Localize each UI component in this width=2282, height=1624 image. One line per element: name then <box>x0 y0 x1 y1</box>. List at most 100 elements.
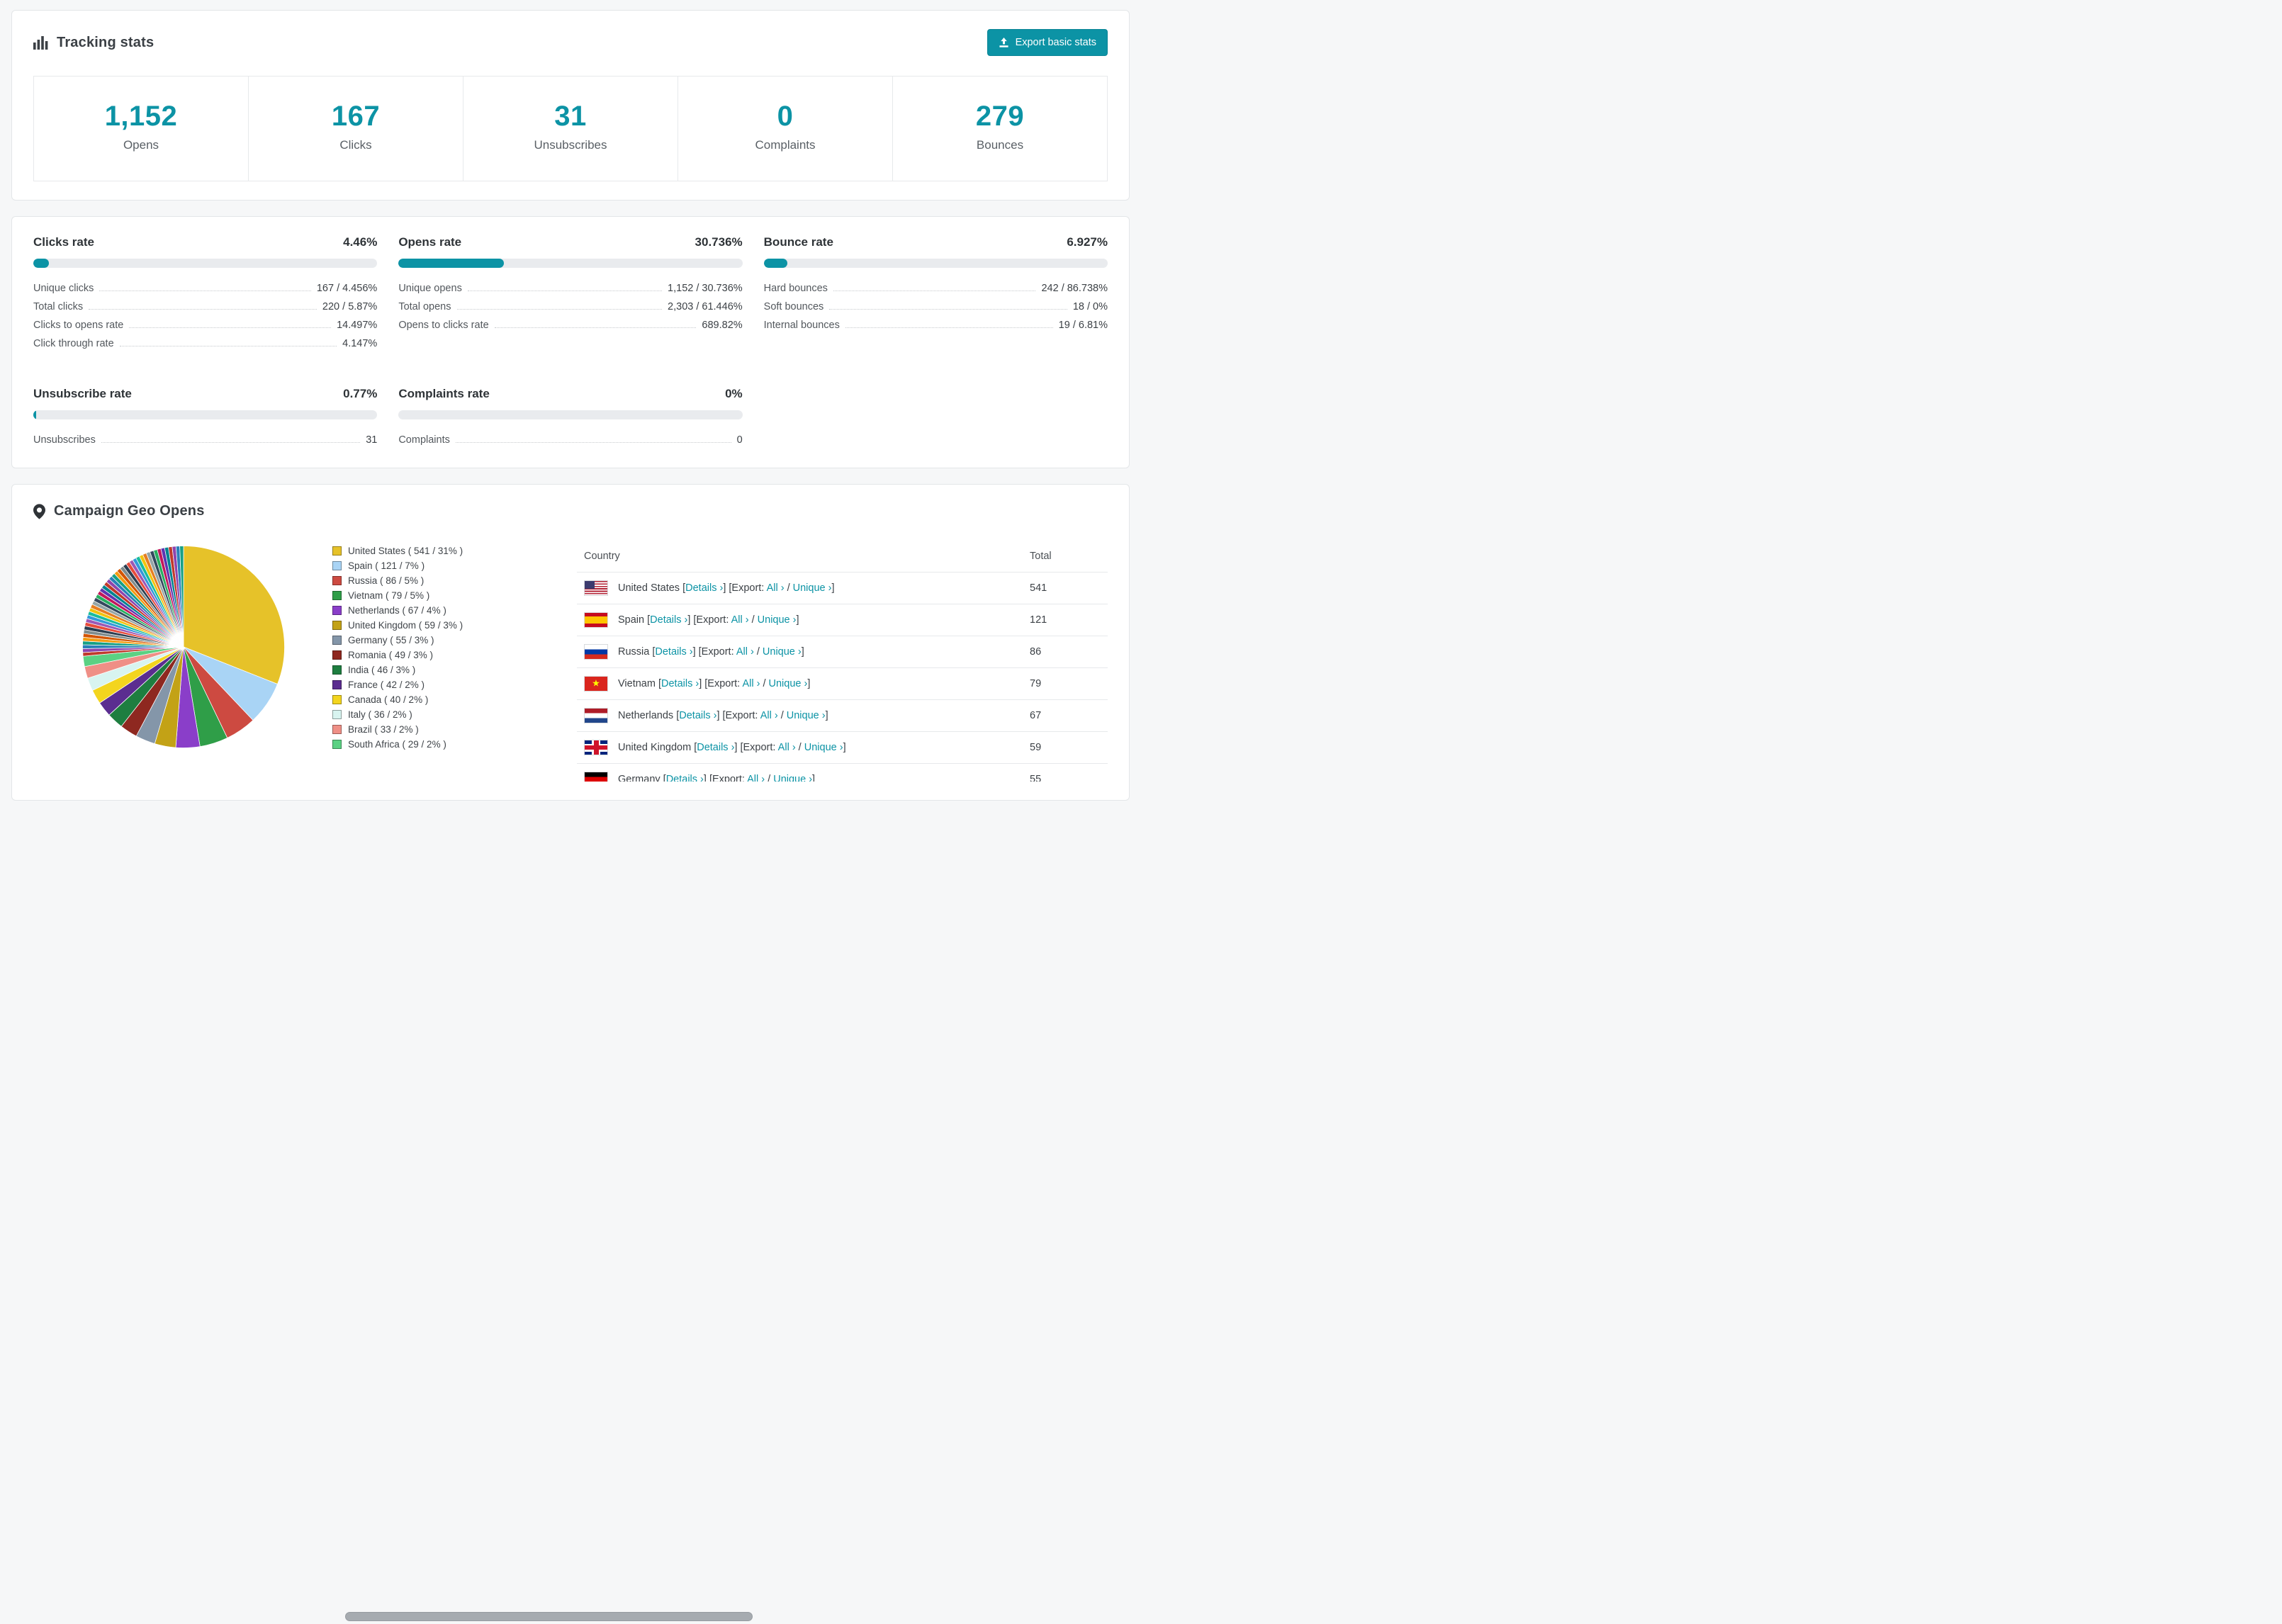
legend-item: United States ( 541 / 31% ) <box>332 543 510 558</box>
opens-rate-title: Opens rate <box>398 235 462 249</box>
complaints-rate-progressbar <box>398 410 743 419</box>
export-all-link[interactable]: All › <box>767 582 785 594</box>
export-all-link[interactable]: All › <box>742 678 760 689</box>
details-link[interactable]: Details › <box>655 646 692 658</box>
dotted-leader <box>455 442 731 443</box>
legend-label: Russia ( 86 / 5% ) <box>348 575 425 586</box>
geo-content: United States ( 541 / 31% ) Spain ( 121 /… <box>33 541 1108 782</box>
legend-item: India ( 46 / 3% ) <box>332 662 510 677</box>
country-name: Spain <box>618 614 645 626</box>
complaints-rate-block: Complaints rate 0% Complaints 0 <box>398 387 743 449</box>
geo-table-row: Vietnam [Details ›] [Export: All › / Uni… <box>577 667 1108 700</box>
dotted-leader <box>456 309 663 310</box>
vn-flag-icon <box>584 676 608 692</box>
complaints-rate-title: Complaints rate <box>398 387 490 400</box>
bounce-rate-title: Bounce rate <box>763 235 833 249</box>
legend-color-swatch <box>332 576 342 585</box>
clicks-label: Clicks <box>339 138 372 152</box>
bounces-label: Bounces <box>976 138 1024 152</box>
clicks-rate-progressbar <box>33 259 378 268</box>
complaints-rate-value: 0% <box>725 387 743 400</box>
details-link[interactable]: Details › <box>697 742 734 753</box>
geo-opens-table: Country Total United States [Details ›] … <box>577 541 1108 782</box>
export-unique-link[interactable]: Unique › <box>769 678 808 689</box>
soft-bounces-value: 18 / 0% <box>1072 301 1108 312</box>
tracking-stats-page: Tracking stats Export basic stats 1,152 … <box>0 0 1141 1621</box>
unsubscribes-row-value: 31 <box>366 434 378 446</box>
rates-card: Clicks rate 4.46% Unique clicks 167 / 4.4… <box>11 216 1130 468</box>
us-flag-icon <box>584 580 608 596</box>
clicks-rate-value: 4.46% <box>343 235 378 249</box>
country-links: Germany [Details ›] [Export: All › / Uni… <box>618 774 815 782</box>
export-basic-stats-label: Export basic stats <box>1015 37 1096 48</box>
country-name: Russia <box>618 646 650 658</box>
legend-label: Netherlands ( 67 / 4% ) <box>348 605 446 616</box>
legend-item: Spain ( 121 / 7% ) <box>332 558 510 573</box>
export-unique-link[interactable]: Unique › <box>787 710 826 721</box>
geo-table-row: United States [Details ›] [Export: All ›… <box>577 572 1108 604</box>
geo-table-container: Country Total United States [Details ›] … <box>577 541 1108 782</box>
export-unique-link[interactable]: Unique › <box>804 742 843 753</box>
complaints-label: Complaints <box>755 138 816 152</box>
tracking-stats-header: Tracking stats Export basic stats <box>33 29 1108 56</box>
export-all-link[interactable]: All › <box>747 774 765 782</box>
clicks-to-opens-rate-value: 14.497% <box>337 320 378 331</box>
legend-item: Canada ( 40 / 2% ) <box>332 692 510 707</box>
dotted-leader <box>129 327 332 328</box>
export-all-link[interactable]: All › <box>736 646 754 658</box>
legend-color-swatch <box>332 636 342 645</box>
export-all-link[interactable]: All › <box>760 710 778 721</box>
legend-color-swatch <box>332 680 342 689</box>
gb-flag-icon <box>584 740 608 755</box>
geo-table-row: Netherlands [Details ›] [Export: All › /… <box>577 699 1108 732</box>
stat-cell-bounces: 279 Bounces <box>892 76 1108 181</box>
hard-bounces-value: 242 / 86.738% <box>1041 283 1108 294</box>
legend-label: Spain ( 121 / 7% ) <box>348 560 425 571</box>
total-column-header: Total <box>1030 551 1052 562</box>
unique-clicks-value: 167 / 4.456% <box>316 283 378 294</box>
details-link[interactable]: Details › <box>685 582 723 594</box>
clicks-rate-block: Clicks rate 4.46% Unique clicks 167 / 4.4… <box>33 235 378 353</box>
legend-color-swatch <box>332 665 342 675</box>
horizontal-scrollbar-thumb[interactable] <box>345 1612 753 1621</box>
legend-label: United States ( 541 / 31% ) <box>348 546 463 556</box>
unsubscribes-label: Unsubscribes <box>534 138 607 152</box>
internal-bounces-label: Internal bounces <box>763 320 840 331</box>
legend-label: Canada ( 40 / 2% ) <box>348 694 429 705</box>
es-flag-icon <box>584 612 608 628</box>
country-links: Spain [Details ›] [Export: All › / Uniqu… <box>618 614 799 626</box>
details-link[interactable]: Details › <box>661 678 699 689</box>
legend-color-swatch <box>332 621 342 630</box>
internal-bounces-row: Internal bounces 19 / 6.81% <box>764 316 1108 334</box>
ru-flag-icon <box>584 644 608 660</box>
country-name: Germany <box>618 774 661 782</box>
unsubscribes-row: Unsubscribes 31 <box>33 431 377 449</box>
unsubscribe-rate-progressbar <box>33 410 378 419</box>
legend-item: United Kingdom ( 59 / 3% ) <box>332 618 510 633</box>
details-link[interactable]: Details › <box>679 710 716 721</box>
country-name: United Kingdom <box>618 742 692 753</box>
legend-item: Netherlands ( 67 / 4% ) <box>332 603 510 618</box>
export-unique-link[interactable]: Unique › <box>793 582 832 594</box>
complaints-row: Complaints 0 <box>398 431 742 449</box>
country-total: 541 <box>1023 572 1108 604</box>
dotted-leader <box>89 309 317 310</box>
legend-item: France ( 42 / 2% ) <box>332 677 510 692</box>
export-unique-link[interactable]: Unique › <box>773 774 812 782</box>
unsubscribes-count: 31 <box>554 101 587 132</box>
legend-item: South Africa ( 29 / 2% ) <box>332 737 510 752</box>
campaign-geo-opens-card: Campaign Geo Opens United States ( 541 /… <box>11 484 1130 801</box>
export-unique-link[interactable]: Unique › <box>758 614 797 626</box>
export-all-link[interactable]: All › <box>778 742 796 753</box>
hard-bounces-row: Hard bounces 242 / 86.738% <box>764 279 1108 298</box>
soft-bounces-label: Soft bounces <box>763 301 824 312</box>
legend-label: Vietnam ( 79 / 5% ) <box>348 590 430 601</box>
card-title-tracking-stats: Tracking stats <box>33 35 154 51</box>
export-all-link[interactable]: All › <box>731 614 749 626</box>
details-link[interactable]: Details › <box>650 614 687 626</box>
details-link[interactable]: Details › <box>666 774 704 782</box>
geo-opens-pie-chart <box>77 541 290 757</box>
export-unique-link[interactable]: Unique › <box>763 646 802 658</box>
export-basic-stats-button[interactable]: Export basic stats <box>987 29 1108 56</box>
bounce-rate-block: Bounce rate 6.927% Hard bounces 242 / 86.… <box>763 235 1108 353</box>
